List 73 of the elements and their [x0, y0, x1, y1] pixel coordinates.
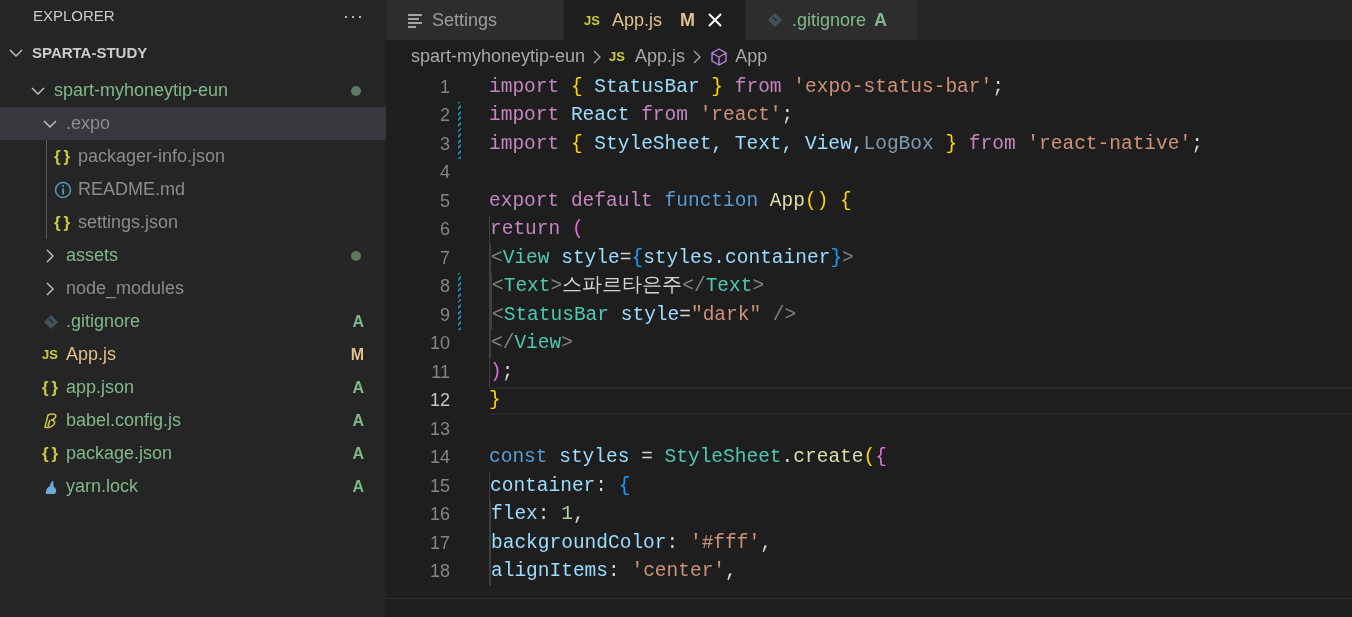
line-number: 5 [439, 189, 450, 213]
js-icon: JS [42, 348, 62, 361]
code-line: ); [489, 358, 514, 387]
line-number: 15 [428, 474, 450, 498]
code-line: </View> [489, 329, 573, 358]
lines-icon [406, 11, 424, 29]
braces-icon: {} [42, 445, 62, 462]
git-status: A [352, 476, 364, 497]
info-icon [54, 180, 72, 199]
braces-icon: {} [54, 148, 74, 165]
tree-item[interactable]: .gitignore A [0, 305, 386, 338]
code-line: backgroundColor: '#fff', [489, 529, 772, 558]
cube-icon [709, 46, 730, 67]
tree-item[interactable]: babel.config.js A [0, 404, 386, 437]
code-line: import { StyleSheet, Text, View,LogBox } from 'react-native'; [489, 131, 1203, 157]
code-line: <View style={styles.container}> [489, 244, 854, 273]
code-line: import { StatusBar } from 'expo-status-bar'; [489, 74, 1004, 100]
code-line: const styles = StyleSheet.create({ [489, 445, 887, 471]
breadcrumb-item[interactable]: App.js [635, 43, 686, 70]
code-line: <Text>스파르타은주</Text> [489, 272, 765, 301]
line-number: 14 [428, 446, 450, 470]
code-line: <StatusBar style="dark" /> [489, 301, 797, 330]
line-number: 3 [439, 132, 450, 156]
code-line: container: { [489, 472, 631, 501]
code-line: } [489, 388, 501, 413]
line-number: 6 [439, 218, 450, 242]
section-header[interactable]: SPARTA-STUDY [32, 41, 148, 65]
code-line: alignItems: 'center', [489, 557, 737, 586]
tree-item[interactable]: node_modules [0, 272, 386, 305]
tree-item[interactable]: {} package.json A [0, 437, 386, 470]
code-line: return ( [489, 215, 584, 244]
tree-item[interactable]: README.md [0, 173, 386, 206]
tree-item[interactable]: {} packager-info.json [0, 140, 386, 173]
code-line: export default function App() { [489, 188, 852, 214]
tree-item[interactable]: spart-myhoneytip-eun [0, 74, 386, 107]
tree-item[interactable]: .expo [0, 107, 386, 140]
line-number: 11 [430, 360, 450, 384]
js-icon: JS [609, 50, 630, 63]
code-line: import React from 'react'; [489, 103, 794, 129]
tree-item[interactable]: assets [0, 239, 386, 272]
line-number: 7 [439, 246, 450, 270]
sidebar-title: EXPLORER [33, 5, 115, 26]
git-status: A [352, 410, 364, 431]
editor-tab[interactable]: Settings [386, 0, 564, 40]
git-status: A [352, 377, 364, 398]
line-number: 18 [428, 560, 450, 584]
line-number: 2 [439, 104, 450, 128]
git-status: A [352, 443, 364, 464]
line-number: 1 [439, 75, 450, 99]
tree-item[interactable]: JS App.js M [0, 338, 386, 371]
line-number: 8 [439, 275, 450, 299]
close-icon [707, 12, 724, 28]
line-number: 10 [428, 332, 450, 356]
breadcrumb-item[interactable]: App [735, 43, 768, 70]
line-number: 4 [439, 161, 450, 185]
tree-item[interactable]: {} app.json A [0, 371, 386, 404]
git-status: M [350, 344, 364, 365]
braces-icon: {} [54, 214, 74, 231]
line-number: 17 [428, 531, 450, 555]
tree-item[interactable]: {} settings.json [0, 206, 386, 239]
editor-tab[interactable]: .gitignore A [746, 0, 918, 40]
line-number: 9 [439, 303, 450, 327]
editor-tab[interactable]: JS App.js M [564, 0, 746, 40]
line-number: 12 [428, 389, 450, 413]
git-status: A [352, 311, 364, 332]
line-number: 13 [428, 417, 450, 441]
js-icon: JS [584, 13, 604, 27]
line-number: 16 [428, 503, 450, 527]
breadcrumb-item[interactable]: spart-myhoneytip-eun [411, 43, 586, 70]
more-actions-button[interactable]: ··· [343, 7, 364, 25]
braces-icon: {} [42, 379, 62, 396]
tree-item[interactable]: yarn.lock A [0, 470, 386, 503]
code-line: flex: 1, [489, 500, 585, 529]
